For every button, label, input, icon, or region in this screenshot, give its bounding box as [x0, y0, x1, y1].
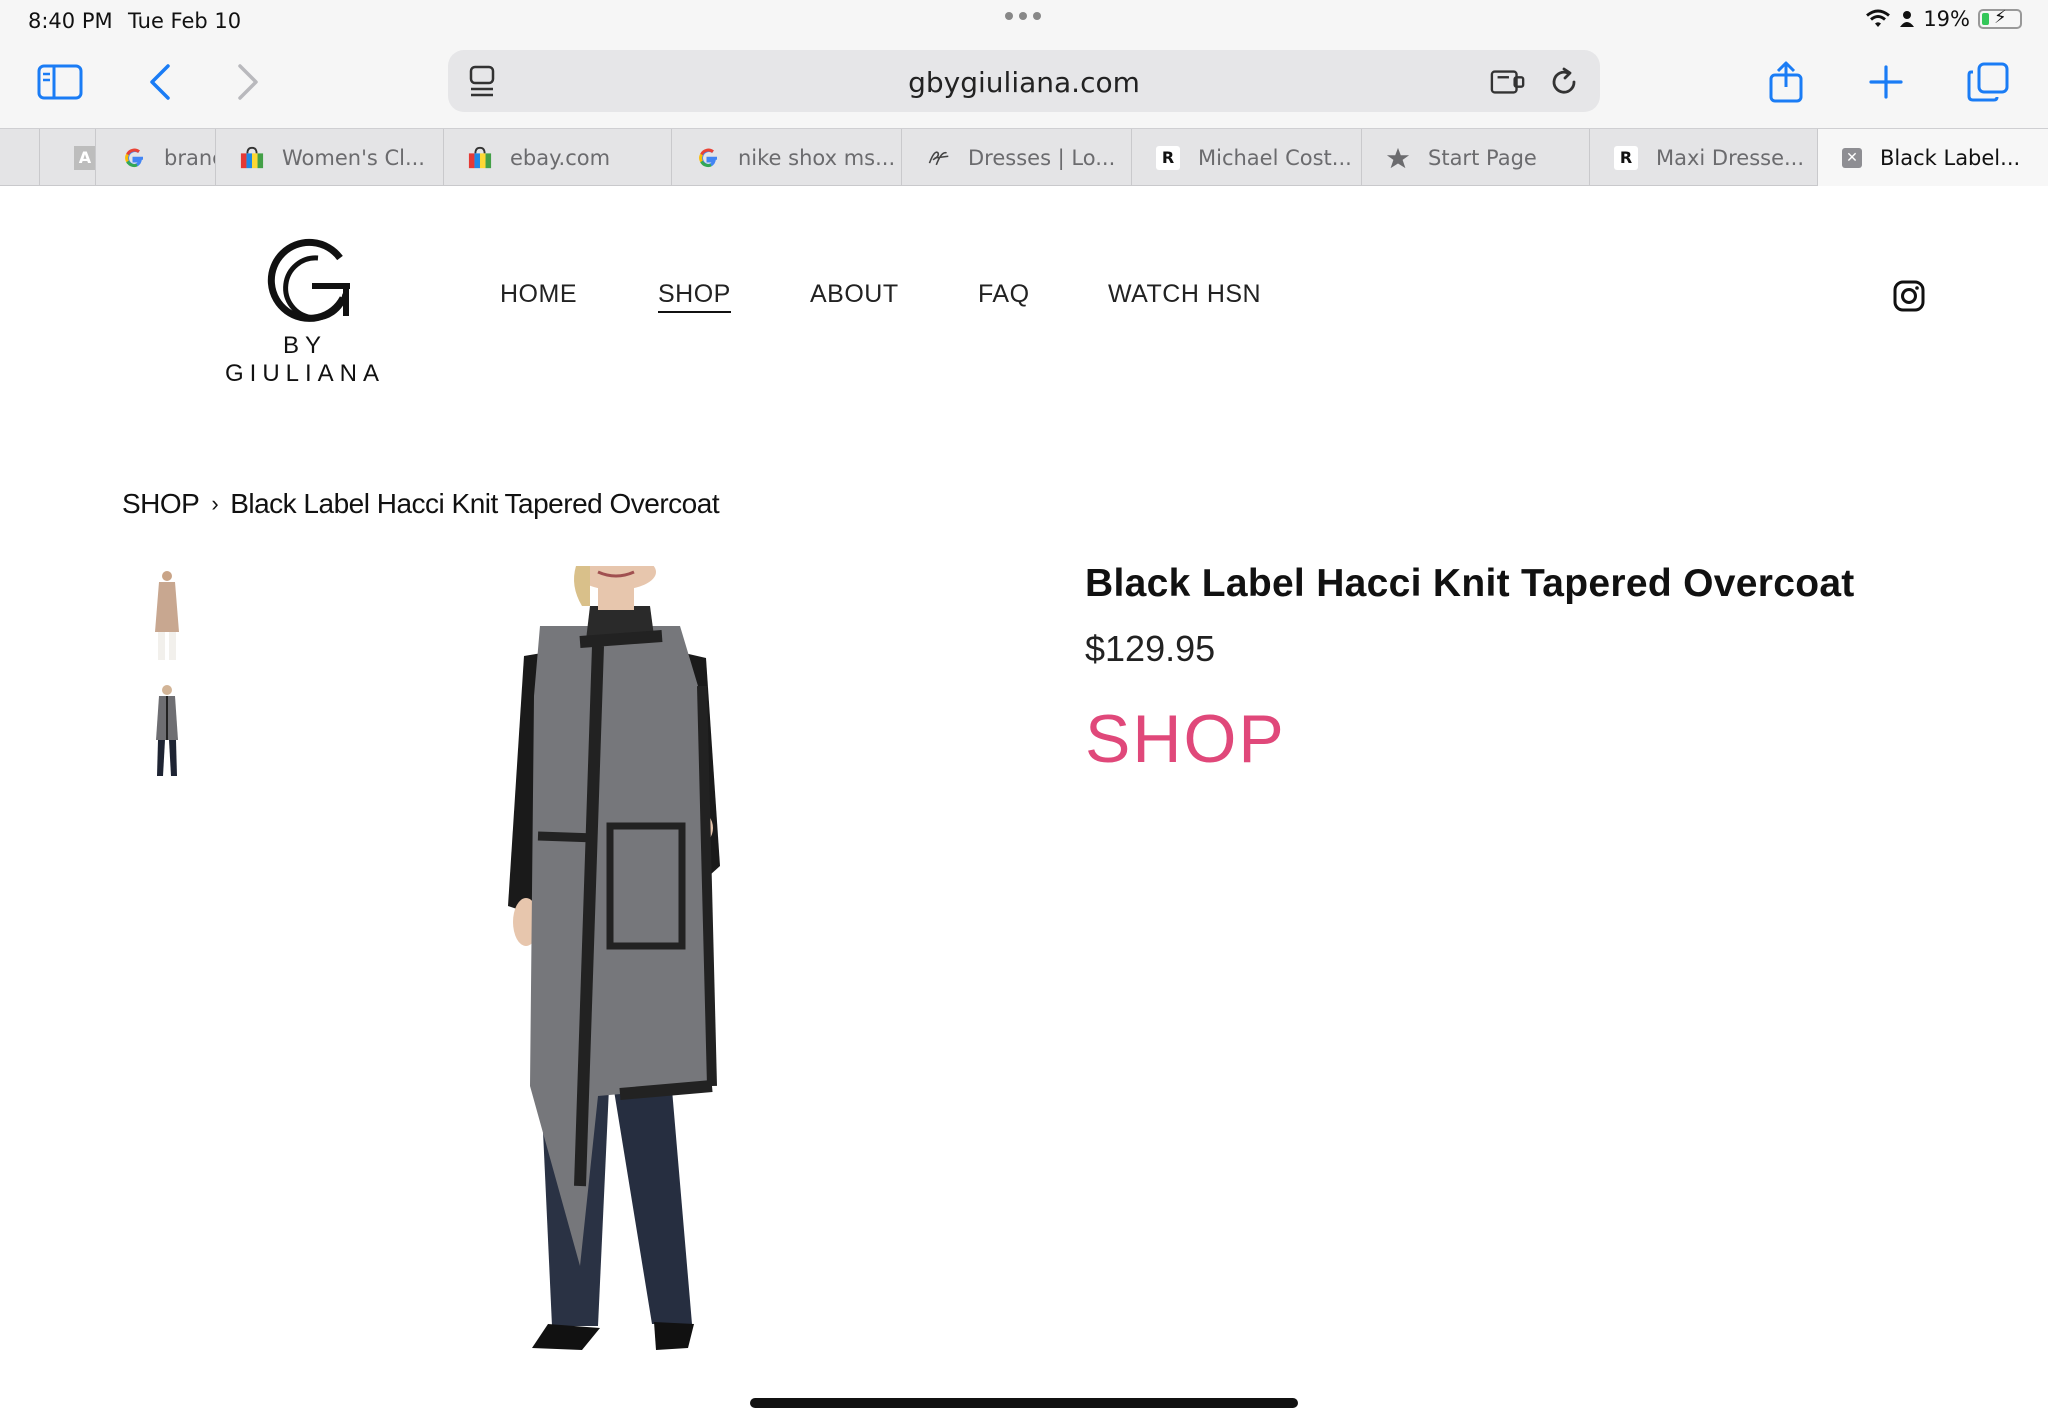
browser-toolbar: gbygiuliana.com	[0, 42, 2048, 128]
nav-faq[interactable]: FAQ	[978, 280, 1030, 309]
nav-shop[interactable]: SHOP	[658, 280, 731, 313]
google-icon	[122, 146, 146, 170]
shop-button[interactable]: SHOP	[1085, 700, 1286, 778]
tab-label: Dresses | Lo...	[968, 145, 1116, 170]
tab-label: branc	[164, 145, 215, 170]
sidebar-toggle-icon[interactable]	[32, 56, 88, 108]
star-icon	[1386, 146, 1410, 170]
tab-overview-button[interactable]	[1960, 56, 2016, 108]
forward-button[interactable]	[220, 56, 276, 108]
tab-bar: A branc Women's Cl... ebay.com nike shox…	[0, 128, 2048, 186]
nav-home[interactable]: HOME	[500, 280, 577, 309]
tab-item[interactable]: R Maxi Dresse...	[1590, 129, 1818, 186]
product-thumbnail-grey-coat[interactable]	[140, 682, 194, 782]
tab-item[interactable]: Start Page	[1362, 129, 1590, 186]
tab-label: Maxi Dresse...	[1656, 145, 1805, 170]
status-bar: 8:40 PM Tue Feb 10 19% ⚡	[0, 0, 2048, 42]
tab-item[interactable]: nike shox ms...	[672, 129, 902, 186]
tab-item[interactable]: A	[40, 129, 96, 186]
tab-label: ebay.com	[510, 145, 611, 170]
font-icon: A	[74, 145, 95, 170]
product-price: $129.95	[1085, 628, 1216, 669]
tab-item[interactable]: Women's Cl...	[216, 129, 444, 186]
site-logo[interactable]: BY GIULIANA	[200, 236, 410, 387]
r-logo-icon: R	[1156, 145, 1180, 170]
status-indicators: 19% ⚡	[1865, 7, 2022, 31]
multitasking-dots-icon[interactable]	[1005, 12, 1041, 20]
close-icon[interactable]: ✕	[1842, 147, 1862, 168]
url-text: gbygiuliana.com	[908, 66, 1140, 99]
address-bar[interactable]: gbygiuliana.com	[448, 50, 1600, 112]
shopping-bag-icon	[240, 146, 264, 170]
home-indicator[interactable]	[750, 1398, 1298, 1408]
r-logo-icon: R	[1614, 145, 1638, 170]
tab-label: Black Label...	[1880, 145, 2021, 170]
new-tab-button[interactable]	[1858, 56, 1914, 108]
person-icon	[1900, 11, 1915, 27]
tab-item[interactable]: Dresses | Lo...	[902, 129, 1132, 186]
extensions-icon[interactable]	[1490, 64, 1526, 100]
tab-item-active[interactable]: ✕ Black Label...	[1818, 129, 2048, 186]
product-title: Black Label Hacci Knit Tapered Overcoat	[1085, 562, 1855, 605]
status-time: 8:40 PM	[28, 9, 113, 33]
product-thumbnail-camel-coat[interactable]	[140, 566, 194, 666]
tab-item[interactable]: R Michael Cost...	[1132, 129, 1362, 186]
instagram-icon[interactable]	[1893, 280, 1925, 312]
script-logo-icon	[926, 146, 950, 170]
tab-item[interactable]: branc	[96, 129, 216, 186]
back-button[interactable]	[132, 56, 188, 108]
tab-label: Women's Cl...	[282, 145, 425, 170]
status-date: Tue Feb 10	[128, 9, 242, 33]
tab-label: nike shox ms...	[738, 145, 896, 170]
nav-about[interactable]: ABOUT	[810, 280, 899, 309]
g-monogram-logo-icon	[267, 238, 350, 322]
tab-spacer	[0, 129, 40, 186]
tab-label: Start Page	[1428, 145, 1537, 170]
breadcrumb: SHOP › Black Label Hacci Knit Tapered Ov…	[122, 488, 720, 520]
battery-percent: 19%	[1923, 7, 1970, 31]
breadcrumb-separator: ›	[211, 491, 219, 516]
tab-item[interactable]: ebay.com	[444, 129, 672, 186]
shopping-bag-icon	[468, 146, 492, 170]
google-icon	[696, 146, 720, 170]
reload-icon[interactable]	[1546, 64, 1582, 100]
product-image[interactable]	[430, 566, 810, 1356]
battery-icon: ⚡	[1978, 7, 2022, 29]
breadcrumb-shop-link[interactable]: SHOP	[122, 488, 200, 520]
breadcrumb-current: Black Label Hacci Knit Tapered Overcoat	[230, 488, 720, 519]
wifi-icon	[1866, 9, 1891, 27]
logo-text: BY GIULIANA	[224, 332, 386, 387]
share-button[interactable]	[1758, 56, 1814, 108]
nav-watch-hsn[interactable]: WATCH HSN	[1108, 280, 1261, 309]
tab-label: Michael Cost...	[1198, 145, 1352, 170]
